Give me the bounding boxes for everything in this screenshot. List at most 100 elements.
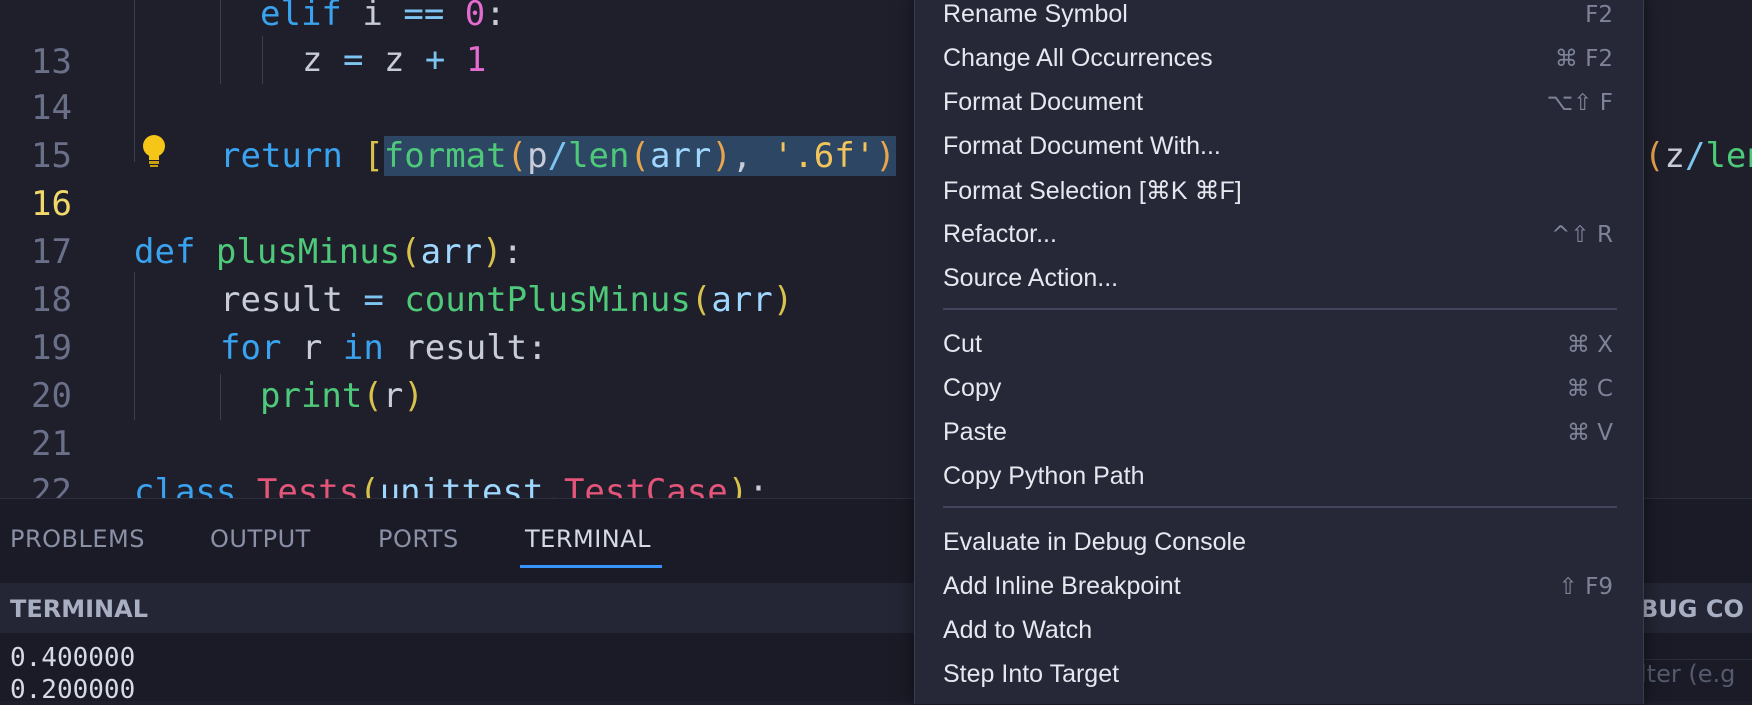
identifier: z (1664, 136, 1685, 176)
identifier: z (302, 40, 323, 80)
identifier: r (382, 376, 404, 416)
keyword: return (220, 136, 343, 176)
identifier: result (404, 328, 528, 368)
punctuation: ( (362, 376, 383, 416)
menu-item-label: Refactor... (943, 220, 1057, 248)
menu-item-shortcut: ⌘ F2 (1554, 46, 1613, 72)
string-literal: '.6f' (772, 136, 876, 176)
function-name: print (260, 376, 363, 416)
number-literal: 0 (464, 0, 486, 34)
menu-item-shortcut: ⌘ V (1566, 420, 1613, 446)
tab-problems[interactable]: PROBLEMS (10, 525, 145, 553)
menu-item-label: Add to Watch (943, 616, 1093, 644)
selection-highlight: format(p/len(arr), '.6f') (383, 136, 896, 176)
menu-item-format-selection[interactable]: Format Selection [⌘K ⌘F] (915, 170, 1643, 212)
identifier: r (301, 328, 323, 368)
menu-item-paste[interactable]: Paste ⌘ V (915, 412, 1643, 454)
identifier: p (527, 136, 548, 176)
menu-item-source-action[interactable]: Source Action... (915, 258, 1643, 300)
menu-item-label: Add Inline Breakpoint (943, 572, 1181, 600)
debug-console-title[interactable]: BUG CO (1640, 595, 1744, 623)
tab-output[interactable]: OUTPUT (210, 525, 311, 553)
function-name: len (568, 136, 630, 176)
identifier: arr (649, 136, 712, 176)
context-menu: Rename Symbol F2 Change All Occurrences … (914, 0, 1644, 704)
punctuation: ( (1644, 136, 1665, 176)
number-literal: 1 (465, 40, 487, 80)
class-name: TestCase (563, 472, 728, 498)
menu-item-label: Copy Python Path (943, 462, 1145, 490)
keyword: for (220, 328, 282, 368)
menu-item-label: Change All Occurrences (943, 44, 1213, 72)
punctuation: ( (690, 280, 712, 320)
punctuation: ) (772, 280, 794, 320)
tab-terminal[interactable]: TERMINAL (525, 525, 651, 553)
menu-item-evaluate-debug-console[interactable]: Evaluate in Debug Console (915, 522, 1643, 564)
menu-item-label: Cut (943, 330, 982, 358)
menu-separator (943, 506, 1617, 508)
identifier: arr (420, 232, 483, 272)
menu-item-label: Source Action... (943, 264, 1119, 292)
punctuation: : (485, 0, 506, 34)
menu-item-shortcut: ⇧ F9 (1558, 574, 1613, 600)
menu-item-label: Step Into Target (943, 660, 1120, 688)
punctuation: ( (400, 232, 421, 272)
punctuation: ) (875, 136, 896, 176)
menu-item-rename-symbol[interactable]: Rename Symbol F2 (915, 0, 1643, 36)
operator: == (403, 0, 445, 34)
menu-separator (943, 308, 1617, 310)
menu-item-shortcut: ⌘ X (1566, 332, 1613, 358)
punctuation: ( (506, 136, 528, 176)
punctuation: ( (359, 472, 380, 498)
active-tab-indicator (520, 565, 662, 568)
identifier: z (383, 40, 405, 80)
menu-item-shortcut: ⌥⇧ F (1546, 90, 1613, 116)
menu-item-label: Rename Symbol (943, 0, 1128, 28)
menu-item-cut[interactable]: Cut ⌘ X (915, 324, 1643, 366)
menu-item-refactor[interactable]: Refactor... ^⇧ R (915, 214, 1643, 256)
identifier: unittest (379, 472, 544, 498)
lightbulb-icon[interactable] (140, 134, 168, 168)
punctuation: ) (482, 232, 503, 272)
menu-item-label: Copy (943, 374, 1002, 402)
class-name: Tests (256, 472, 360, 498)
menu-item-format-document[interactable]: Format Document ⌥⇧ F (915, 82, 1643, 124)
keyword: def (134, 232, 196, 272)
keyword: class (134, 472, 237, 498)
identifier: result (220, 280, 343, 320)
function-name: plusMinus (215, 232, 401, 272)
menu-item-shortcut: F2 (1585, 2, 1613, 28)
function-name: len (1705, 136, 1752, 176)
punctuation: : (527, 328, 548, 368)
menu-item-label: Format Document With... (943, 132, 1221, 160)
operator: + (424, 40, 446, 80)
menu-item-add-to-watch[interactable]: Add to Watch (915, 610, 1643, 652)
terminal-title: TERMINAL (10, 595, 149, 623)
function-name: format (383, 136, 507, 176)
punctuation: ) (727, 472, 749, 498)
menu-item-copy[interactable]: Copy ⌘ C (915, 368, 1643, 410)
punctuation: , (731, 136, 753, 176)
operator: = (363, 280, 384, 320)
menu-item-format-document-with[interactable]: Format Document With... (915, 126, 1643, 168)
tab-ports[interactable]: PORTS (378, 525, 459, 553)
menu-item-label: Format Document (943, 88, 1144, 116)
operator: / (547, 136, 569, 176)
menu-item-add-inline-breakpoint[interactable]: Add Inline Breakpoint ⇧ F9 (915, 566, 1643, 608)
menu-item-label: Evaluate in Debug Console (943, 528, 1246, 556)
identifier: i (362, 0, 383, 34)
menu-item-change-all-occurrences[interactable]: Change All Occurrences ⌘ F2 (915, 38, 1643, 80)
operator: = (342, 40, 364, 80)
punctuation: [ (363, 136, 384, 176)
menu-item-copy-python-path[interactable]: Copy Python Path (915, 456, 1643, 498)
menu-item-step-into-target[interactable]: Step Into Target (915, 654, 1643, 696)
menu-item-shortcut: ⌘ C (1566, 376, 1613, 402)
terminal-output-line: 0.200000 (10, 675, 136, 705)
terminal-output-line: 0.400000 (10, 643, 136, 673)
function-name: countPlusMinus (404, 280, 691, 320)
punctuation: : (748, 472, 769, 498)
menu-item-shortcut: ^⇧ R (1551, 222, 1613, 248)
punctuation: ( (629, 136, 650, 176)
punctuation: ) (711, 136, 732, 176)
menu-item-label: Paste (943, 418, 1007, 446)
